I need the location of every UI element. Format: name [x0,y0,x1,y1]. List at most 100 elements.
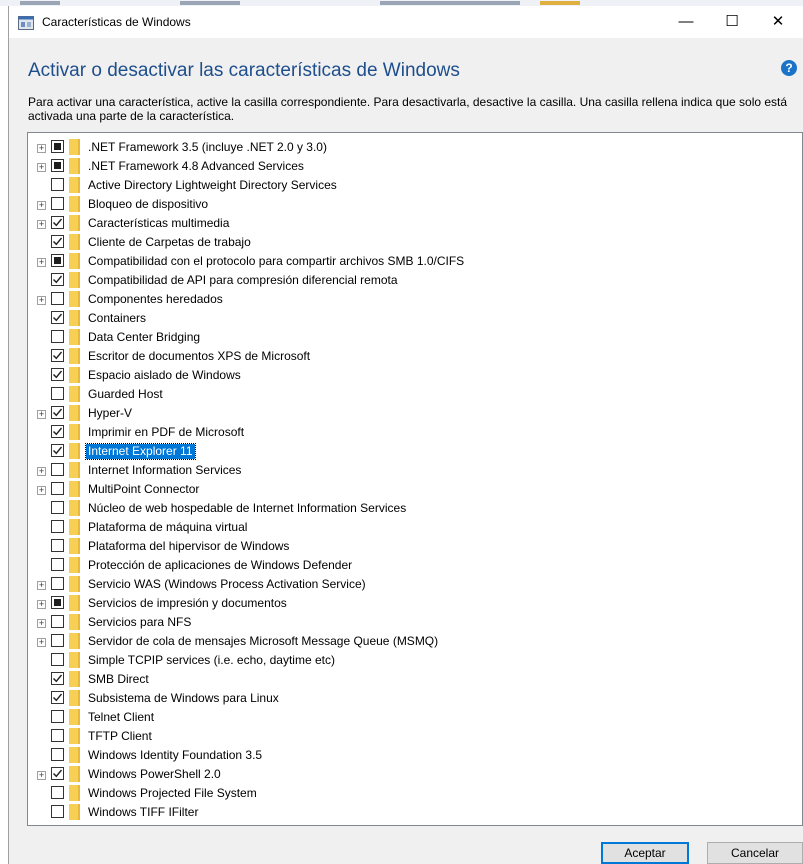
feature-row[interactable]: + .NET Framework 3.5 (incluye .NET 2.0 y … [28,139,802,158]
expand-icon[interactable]: + [37,258,46,267]
feature-label[interactable]: Servicios para NFS [86,615,193,630]
feature-label[interactable]: Windows Projected File System [86,786,259,801]
maximize-button[interactable]: ☐ [709,6,755,38]
feature-label[interactable]: Subsistema de Windows para Linux [86,691,281,706]
feature-checkbox[interactable] [51,349,64,362]
feature-row[interactable]: Espacio aislado de Windows [28,367,802,386]
feature-row[interactable]: + Servicios de impresión y documentos [28,595,802,614]
feature-checkbox[interactable] [51,805,64,818]
cancel-button[interactable]: Cancelar [707,842,803,864]
feature-checkbox[interactable] [51,596,64,609]
feature-row[interactable]: Plataforma del hipervisor de Windows [28,538,802,557]
feature-row[interactable]: SMB Direct [28,671,802,690]
feature-label[interactable]: Containers [86,311,148,326]
feature-row[interactable]: Núcleo de web hospedable de Internet Inf… [28,500,802,519]
feature-checkbox[interactable] [51,558,64,571]
feature-checkbox[interactable] [51,311,64,324]
feature-row[interactable]: + .NET Framework 4.8 Advanced Services [28,158,802,177]
feature-row[interactable]: Windows Identity Foundation 3.5 [28,747,802,766]
feature-label[interactable]: Simple TCPIP services (i.e. echo, daytim… [86,653,337,668]
feature-checkbox[interactable] [51,748,64,761]
expand-icon[interactable]: + [37,410,46,419]
feature-checkbox[interactable] [51,729,64,742]
feature-checkbox[interactable] [51,767,64,780]
feature-label[interactable]: Servidor de cola de mensajes Microsoft M… [86,634,440,649]
expand-icon[interactable]: + [37,619,46,628]
expand-icon[interactable]: + [37,220,46,229]
feature-checkbox[interactable] [51,159,64,172]
minimize-button[interactable]: — [663,6,709,38]
feature-label[interactable]: Internet Information Services [86,463,243,478]
feature-checkbox[interactable] [51,425,64,438]
feature-row[interactable]: Simple TCPIP services (i.e. echo, daytim… [28,652,802,671]
feature-label[interactable]: Plataforma de máquina virtual [86,520,249,535]
feature-label[interactable]: Data Center Bridging [86,330,202,345]
feature-label[interactable]: Telnet Client [86,710,156,725]
feature-label[interactable]: Internet Explorer 11 [85,443,196,460]
feature-label[interactable]: Windows TIFF IFilter [86,805,200,820]
expand-icon[interactable]: + [37,163,46,172]
expand-icon[interactable]: + [37,467,46,476]
feature-label[interactable]: Cliente de Carpetas de trabajo [86,235,253,250]
feature-label[interactable]: Protección de aplicaciones de Windows De… [86,558,354,573]
feature-label[interactable]: Imprimir en PDF de Microsoft [86,425,246,440]
feature-row[interactable]: + Compatibilidad con el protocolo para co… [28,253,802,272]
feature-row[interactable]: Imprimir en PDF de Microsoft [28,424,802,443]
feature-checkbox[interactable] [51,463,64,476]
feature-label[interactable]: Escritor de documentos XPS de Microsoft [86,349,312,364]
feature-label[interactable]: TFTP Client [86,729,154,744]
feature-checkbox[interactable] [51,653,64,666]
feature-checkbox[interactable] [51,406,64,419]
feature-checkbox[interactable] [51,577,64,590]
feature-label[interactable]: Hyper-V [86,406,134,421]
feature-checkbox[interactable] [51,140,64,153]
feature-row[interactable]: TFTP Client [28,728,802,747]
feature-label[interactable]: Windows PowerShell 2.0 [86,767,223,782]
expand-icon[interactable]: + [37,600,46,609]
feature-row[interactable]: Escritor de documentos XPS de Microsoft [28,348,802,367]
feature-checkbox[interactable] [51,254,64,267]
feature-checkbox[interactable] [51,178,64,191]
feature-label[interactable]: Windows Identity Foundation 3.5 [86,748,264,763]
feature-row[interactable]: Containers [28,310,802,329]
feature-label[interactable]: Compatibilidad de API para compresión di… [86,273,400,288]
feature-row[interactable]: Subsistema de Windows para Linux [28,690,802,709]
feature-row[interactable]: + Componentes heredados [28,291,802,310]
expand-icon[interactable]: + [37,581,46,590]
feature-checkbox[interactable] [51,672,64,685]
feature-row[interactable]: Protección de aplicaciones de Windows De… [28,557,802,576]
close-button[interactable]: ✕ [755,6,801,38]
expand-icon[interactable]: + [37,486,46,495]
feature-checkbox[interactable] [51,216,64,229]
feature-checkbox[interactable] [51,273,64,286]
feature-row[interactable]: + Windows PowerShell 2.0 [28,766,802,785]
feature-checkbox[interactable] [51,292,64,305]
feature-row[interactable]: Windows TIFF IFilter [28,804,802,823]
features-tree[interactable]: + .NET Framework 3.5 (incluye .NET 2.0 y … [27,132,803,826]
feature-label[interactable]: Servicio WAS (Windows Process Activation… [86,577,368,592]
feature-row[interactable]: Telnet Client [28,709,802,728]
expand-icon[interactable]: + [37,638,46,647]
feature-checkbox[interactable] [51,691,64,704]
feature-label[interactable]: Bloqueo de dispositivo [86,197,210,212]
feature-label[interactable]: Guarded Host [86,387,165,402]
feature-label[interactable]: MultiPoint Connector [86,482,201,497]
expand-icon[interactable]: + [37,296,46,305]
feature-row[interactable]: Data Center Bridging [28,329,802,348]
feature-checkbox[interactable] [51,501,64,514]
feature-checkbox[interactable] [51,330,64,343]
feature-row[interactable]: + Bloqueo de dispositivo [28,196,802,215]
feature-row[interactable]: Guarded Host [28,386,802,405]
feature-checkbox[interactable] [51,482,64,495]
feature-checkbox[interactable] [51,368,64,381]
feature-label[interactable]: Plataforma del hipervisor de Windows [86,539,291,554]
feature-label[interactable]: SMB Direct [86,672,151,687]
feature-checkbox[interactable] [51,387,64,400]
feature-checkbox[interactable] [51,710,64,723]
feature-label[interactable]: Núcleo de web hospedable de Internet Inf… [86,501,408,516]
expand-icon[interactable]: + [37,144,46,153]
feature-label[interactable]: Componentes heredados [86,292,225,307]
feature-checkbox[interactable] [51,520,64,533]
feature-row[interactable]: + Características multimedia [28,215,802,234]
feature-checkbox[interactable] [51,615,64,628]
